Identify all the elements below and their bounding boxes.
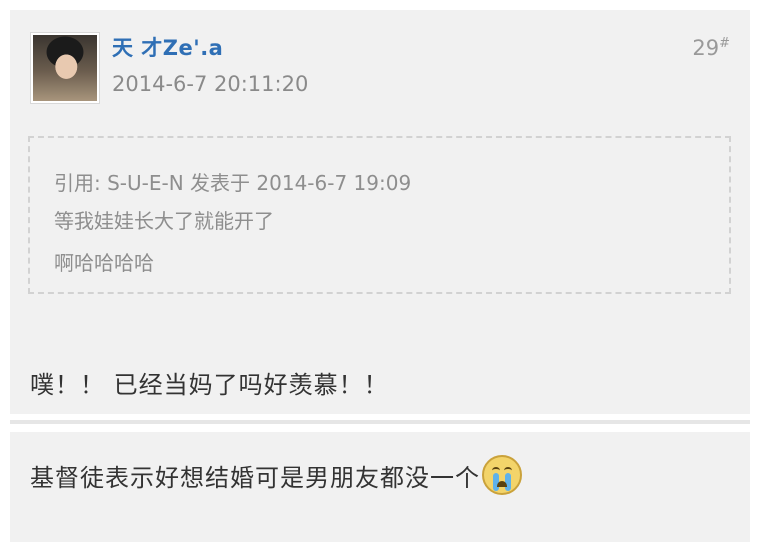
crying-face-icon bbox=[482, 455, 522, 495]
quote-block: 引用: S-U-E-N 发表于 2014-6-7 19:09 等我娃娃长大了就能… bbox=[28, 136, 731, 294]
post-timestamp: 2014-6-7 20:11:20 bbox=[112, 72, 309, 96]
reply-text: 基督徒表示好想结婚可是男朋友都没一个 bbox=[30, 463, 480, 492]
avatar-image bbox=[33, 35, 97, 101]
floor-mark: # bbox=[719, 36, 730, 51]
quote-line: 等我娃娃长大了就能开了 bbox=[54, 209, 274, 233]
reply-row: 基督徒表示好想结婚可是男朋友都没一个 bbox=[30, 455, 522, 495]
forum-post: 天 才Ze'.a 2014-6-7 20:11:20 29# 引用: S-U-E… bbox=[10, 10, 750, 414]
quote-line: 啊哈哈哈哈 bbox=[54, 251, 154, 275]
floor-number-value: 29 bbox=[692, 36, 720, 60]
divider bbox=[10, 420, 750, 424]
forum-post-2: 基督徒表示好想结婚可是男朋友都没一个 bbox=[10, 432, 750, 542]
reply-text: 噗！！ 已经当妈了吗好羡慕！！ bbox=[30, 371, 389, 399]
quote-header: 引用: S-U-E-N 发表于 2014-6-7 19:09 bbox=[54, 171, 412, 195]
floor-number[interactable]: 29# bbox=[692, 36, 730, 60]
username-link[interactable]: 天 才Ze'.a bbox=[112, 32, 223, 62]
avatar[interactable] bbox=[30, 32, 100, 104]
